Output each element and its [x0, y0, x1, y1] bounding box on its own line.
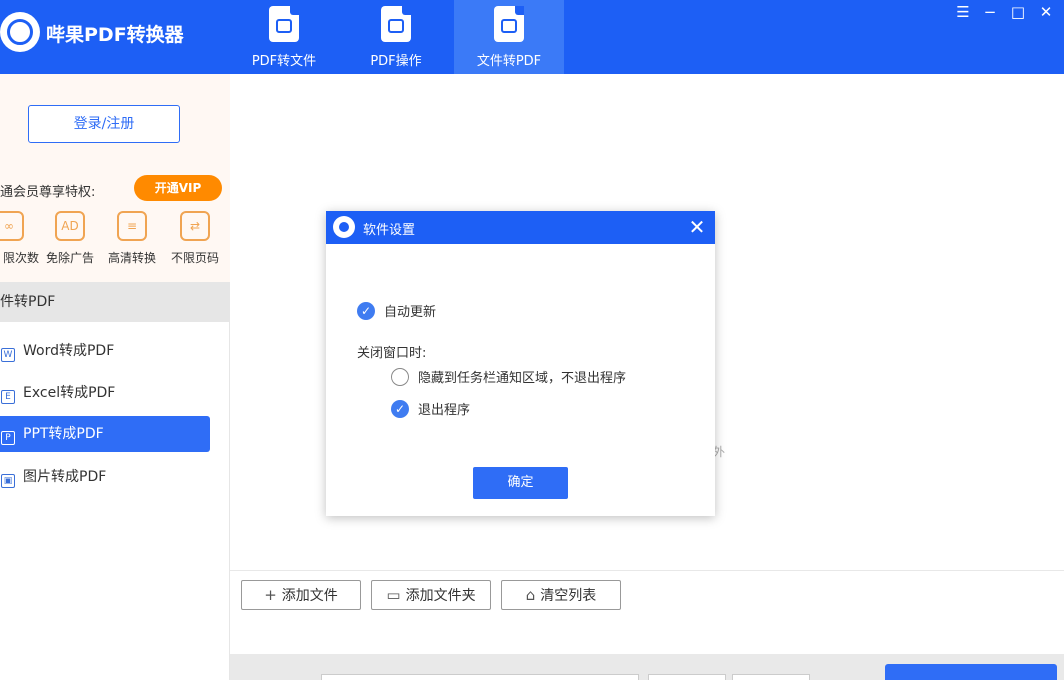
- tab-label: PDF转文件: [251, 54, 317, 69]
- change-dir-button[interactable]: [648, 674, 726, 680]
- privilege-unlimited-pages: ⇄ 不限页码: [165, 211, 225, 266]
- broom-icon: ⌂: [525, 586, 536, 604]
- privilege-label: 限次数: [2, 251, 39, 265]
- tab-pdf-to-file[interactable]: PDF转文件: [229, 0, 339, 74]
- add-file-button[interactable]: + 添加文件: [241, 580, 361, 610]
- member-panel: 登录/注册 通会员尊享特权: 开通VIP ∞ 限次数 AD 免除广告 ≡ 高清转…: [0, 74, 230, 282]
- add-folder-button[interactable]: ▭ 添加文件夹: [371, 580, 491, 610]
- tab-label: PDF操作: [370, 54, 422, 69]
- sidebar-item-label: 图片转成PDF: [23, 469, 107, 485]
- minimize-icon[interactable]: −: [980, 2, 1000, 22]
- excel-icon: E: [1, 390, 15, 404]
- check-icon: ✓: [391, 399, 409, 418]
- word-icon: W: [1, 348, 15, 362]
- auto-update-label: 自动更新: [384, 305, 437, 320]
- sidebar-item-label: Excel转成PDF: [23, 385, 116, 401]
- section-title: 件转PDF: [0, 282, 230, 322]
- privilege-label: 高清转换: [107, 251, 156, 265]
- close-window-label: 关闭窗口时:: [357, 346, 427, 361]
- file-toolbar: + 添加文件 ▭ 添加文件夹 ⌂ 清空列表: [230, 570, 1064, 654]
- pdf-file-icon: [269, 6, 299, 42]
- tab-pdf-operations[interactable]: PDF操作: [341, 0, 451, 74]
- bottom-bar: [230, 654, 1064, 680]
- hd-convert-icon: ≡: [117, 211, 147, 241]
- start-convert-button[interactable]: [885, 664, 1057, 680]
- sidebar-item-image-to-pdf[interactable]: ▣ 图片转成PDF: [0, 459, 210, 495]
- ppt-icon: P: [1, 431, 15, 445]
- sidebar-item-ppt-to-pdf[interactable]: P PPT转成PDF: [0, 416, 210, 452]
- clear-list-label: 清空列表: [540, 588, 597, 604]
- sidebar-item-excel-to-pdf[interactable]: E Excel转成PDF: [0, 375, 210, 411]
- privilege-unlimited-times: ∞ 限次数: [0, 211, 39, 266]
- clear-list-button[interactable]: ⌂ 清空列表: [501, 580, 621, 610]
- confirm-button[interactable]: 确定: [473, 467, 568, 499]
- privilege-hd-convert: ≡ 高清转换: [102, 211, 162, 266]
- menu-icon[interactable]: ☰: [953, 2, 973, 22]
- strawberry-logo-icon: [0, 12, 40, 52]
- option-exit-label: 退出程序: [418, 403, 471, 418]
- tab-label: 文件转PDF: [476, 54, 542, 69]
- add-folder-label: 添加文件夹: [405, 588, 476, 604]
- option-hide-label: 隐藏到任务栏通知区域，不退出程序: [418, 371, 627, 386]
- folder-icon: ▭: [386, 586, 401, 604]
- open-vip-button[interactable]: 开通VIP: [134, 175, 222, 201]
- unlimited-pages-icon: ⇄: [180, 211, 210, 241]
- pdf-edit-icon: [381, 6, 411, 42]
- sidebar-item-label: Word转成PDF: [23, 343, 115, 359]
- privilege-label: 不限页码: [170, 251, 219, 265]
- option-exit-program[interactable]: ✓ 退出程序: [391, 399, 470, 418]
- open-dir-button[interactable]: [732, 674, 810, 680]
- privilege-label: 通会员尊享特权:: [0, 185, 96, 200]
- no-ad-icon: AD: [55, 211, 85, 241]
- sidebar: 登录/注册 通会员尊享特权: 开通VIP ∞ 限次数 AD 免除广告 ≡ 高清转…: [0, 74, 230, 680]
- app-header: 哔果PDF转换器 PDF转文件 PDF操作 文件转PDF ☰ − □ ✕: [0, 0, 1064, 74]
- maximize-icon[interactable]: □: [1008, 2, 1028, 22]
- dialog-title: 软件设置: [363, 223, 416, 238]
- add-file-label: 添加文件: [281, 588, 338, 604]
- close-icon[interactable]: ✕: [687, 217, 707, 237]
- infinity-icon: ∞: [0, 211, 24, 241]
- dialog-header: 软件设置 ✕: [326, 211, 715, 244]
- image-icon: ▣: [1, 474, 15, 488]
- sidebar-item-word-to-pdf[interactable]: W Word转成PDF: [0, 333, 210, 369]
- tab-file-to-pdf[interactable]: 文件转PDF: [454, 0, 564, 74]
- app-title: 哔果PDF转换器: [46, 24, 184, 46]
- sidebar-item-label: PPT转成PDF: [23, 426, 104, 442]
- plus-icon: +: [264, 586, 277, 604]
- auto-update-checkbox[interactable]: ✓ 自动更新: [357, 301, 436, 320]
- output-path-field[interactable]: [321, 674, 639, 680]
- gear-icon: [333, 216, 355, 238]
- check-icon: ✓: [357, 301, 375, 320]
- privilege-no-ads: AD 免除广告: [40, 211, 100, 266]
- option-hide-to-tray[interactable]: 隐藏到任务栏通知区域，不退出程序: [391, 367, 626, 386]
- settings-dialog: 软件设置 ✕ ✓ 自动更新 关闭窗口时: 隐藏到任务栏通知区域，不退出程序 ✓ …: [326, 211, 715, 516]
- close-icon[interactable]: ✕: [1036, 2, 1056, 22]
- radio-unchecked-icon: [391, 367, 409, 386]
- privilege-label: 免除广告: [45, 251, 94, 265]
- login-register-button[interactable]: 登录/注册: [28, 105, 180, 143]
- convert-to-pdf-icon: [494, 6, 524, 42]
